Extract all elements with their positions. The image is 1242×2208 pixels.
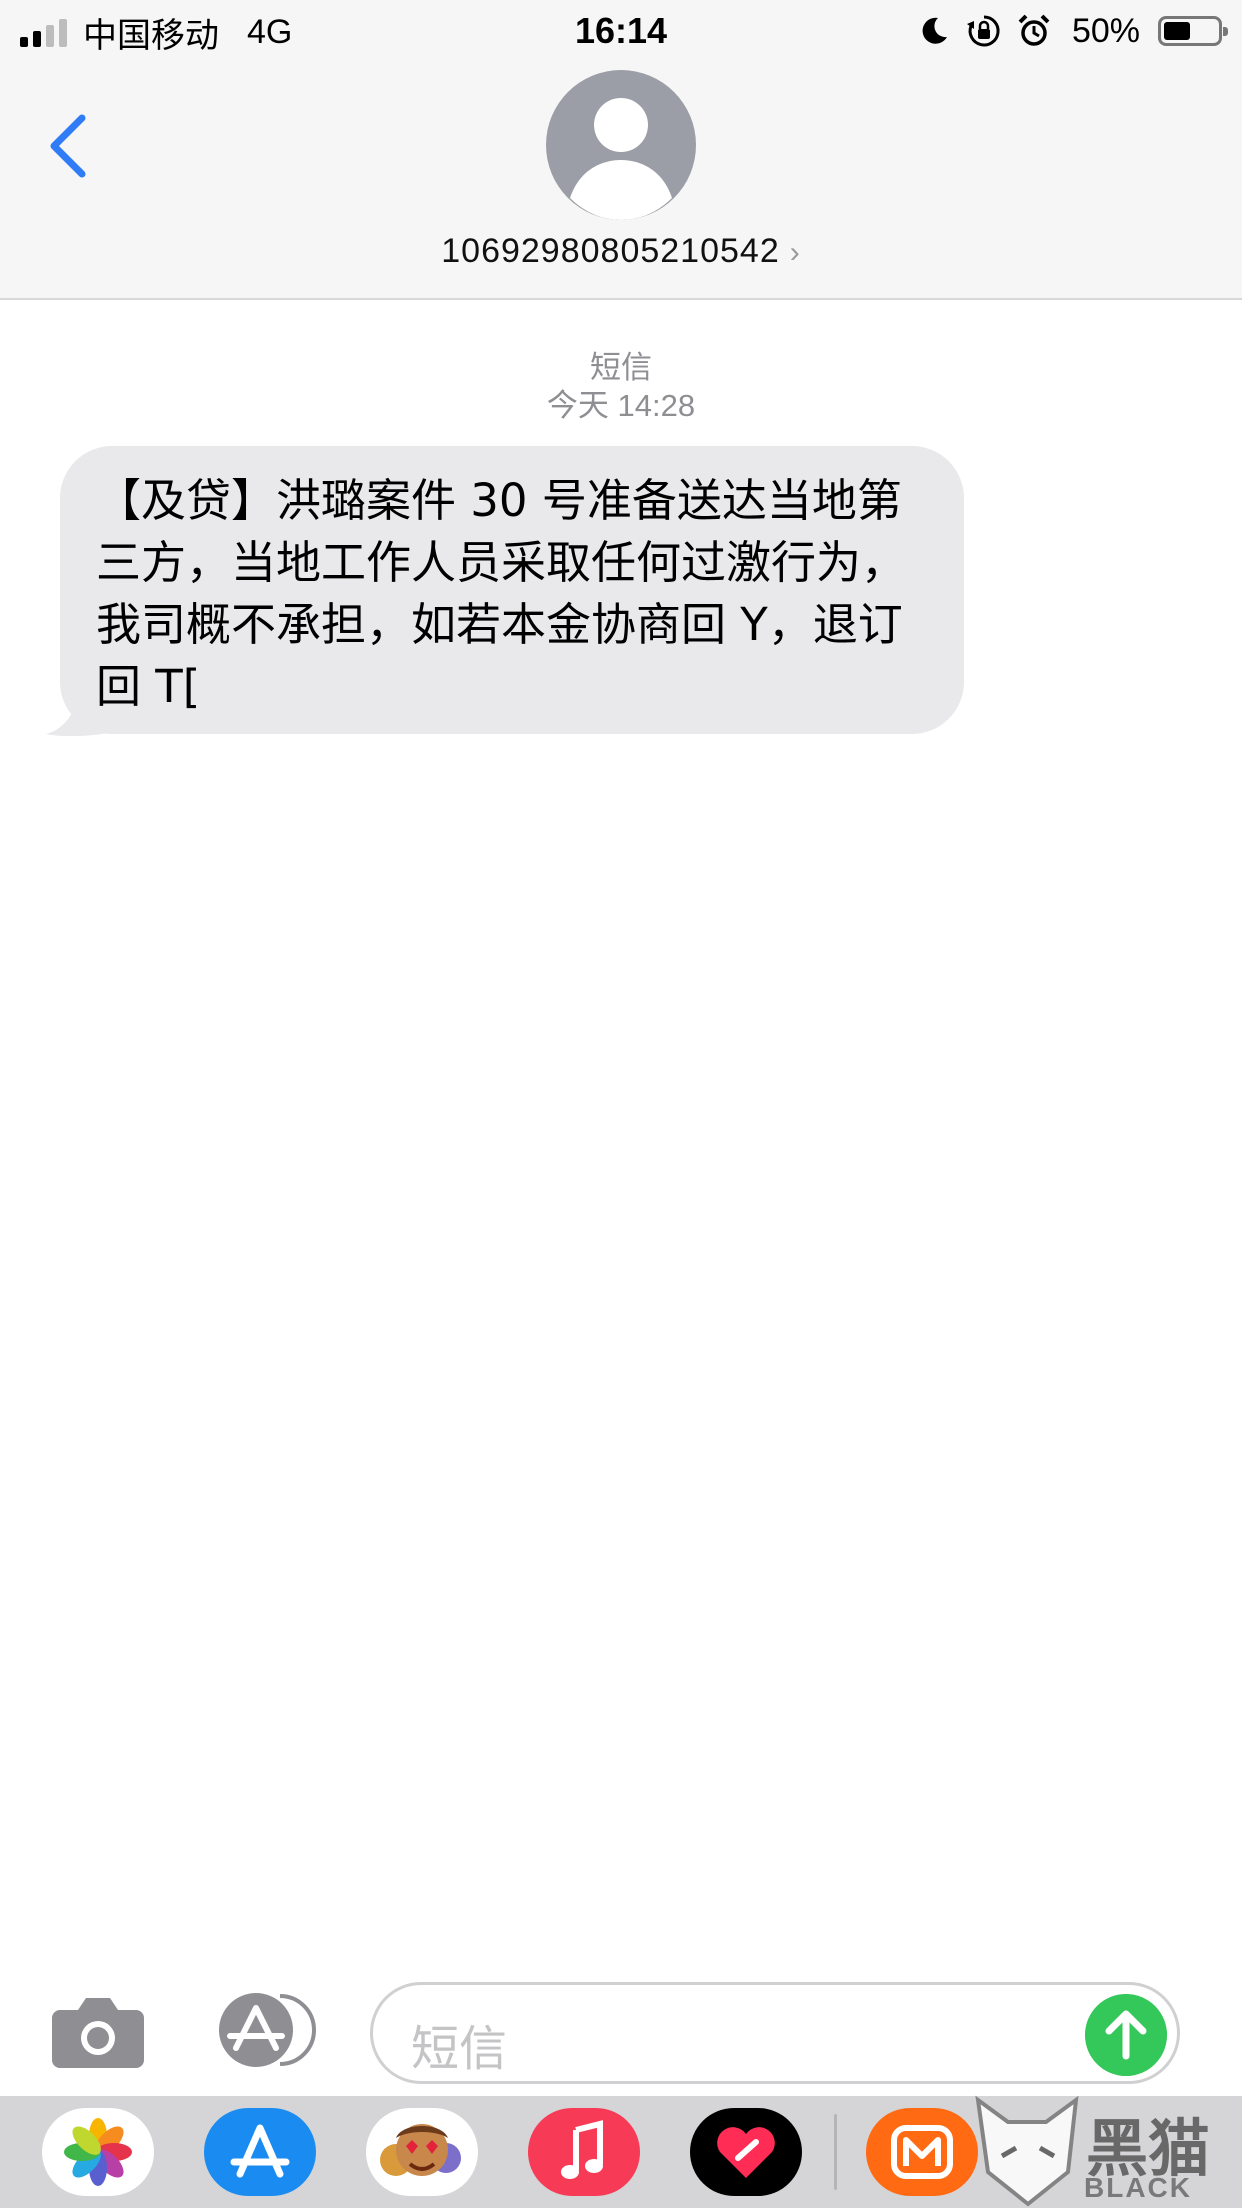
- digital-touch-app-button[interactable]: [690, 2108, 802, 2196]
- message-input[interactable]: 短信: [370, 1982, 1180, 2084]
- message-text: 【及贷】洪璐案件 30 号准备送达当地第三方，当地工作人员采取任何过激行为，我司…: [96, 474, 907, 713]
- message-input-placeholder: 短信: [411, 2021, 508, 2077]
- drawer-divider: [834, 2114, 837, 2190]
- memoji-icon: [380, 2124, 461, 2176]
- person-icon: [570, 98, 672, 220]
- moon-icon: [922, 17, 947, 44]
- camera-button[interactable]: [50, 1994, 146, 2070]
- contact-details-link[interactable]: 10692980805210542 ›: [0, 232, 1242, 271]
- chevron-right-icon: ›: [789, 236, 801, 269]
- mango-tv-icon: [891, 2125, 953, 2179]
- message-timestamp: 今天 14:28: [546, 388, 696, 423]
- app-store-app-button[interactable]: [204, 2108, 316, 2196]
- memoji-app-button[interactable]: [366, 2108, 478, 2196]
- status-right: 50%: [916, 8, 1228, 54]
- contact-number: 10692980805210542: [441, 232, 780, 270]
- message-bubble-incoming[interactable]: 【及贷】洪璐案件 30 号准备送达当地第三方，当地工作人员采取任何过激行为，我司…: [44, 446, 964, 736]
- music-icon: [561, 2120, 603, 2179]
- cat-logo-icon: [975, 2095, 1079, 2207]
- music-app-button[interactable]: [528, 2108, 640, 2196]
- contact-avatar[interactable]: [546, 70, 696, 220]
- battery-percent: 50%: [1071, 11, 1140, 50]
- message-bubble-body: 【及贷】洪璐案件 30 号准备送达当地第三方，当地工作人员采取任何过激行为，我司…: [60, 446, 964, 734]
- mango-tv-app-button[interactable]: [866, 2108, 978, 2196]
- photos-app-button[interactable]: [42, 2108, 154, 2196]
- back-button[interactable]: [40, 104, 100, 188]
- photos-icon: [64, 2118, 132, 2186]
- rotation-lock-icon: [966, 15, 1000, 47]
- status-bar: 中国移动 4G 16:14 50%: [0, 0, 1242, 64]
- composer-bar: 短信: [0, 1960, 1242, 2096]
- battery-icon: [1158, 16, 1228, 46]
- conversation-header: 10692980805210542 ›: [0, 64, 1242, 300]
- app-store-icon: [230, 2124, 290, 2178]
- black-cat-watermark: 黑猫 BLACK CAT: [968, 2092, 1242, 2208]
- app-store-button[interactable]: [206, 1990, 318, 2070]
- watermark-en: BLACK CAT: [1084, 2172, 1192, 2208]
- alarm-icon: [1018, 14, 1050, 46]
- send-button[interactable]: [1085, 1994, 1167, 2076]
- digital-touch-icon: [717, 2127, 775, 2178]
